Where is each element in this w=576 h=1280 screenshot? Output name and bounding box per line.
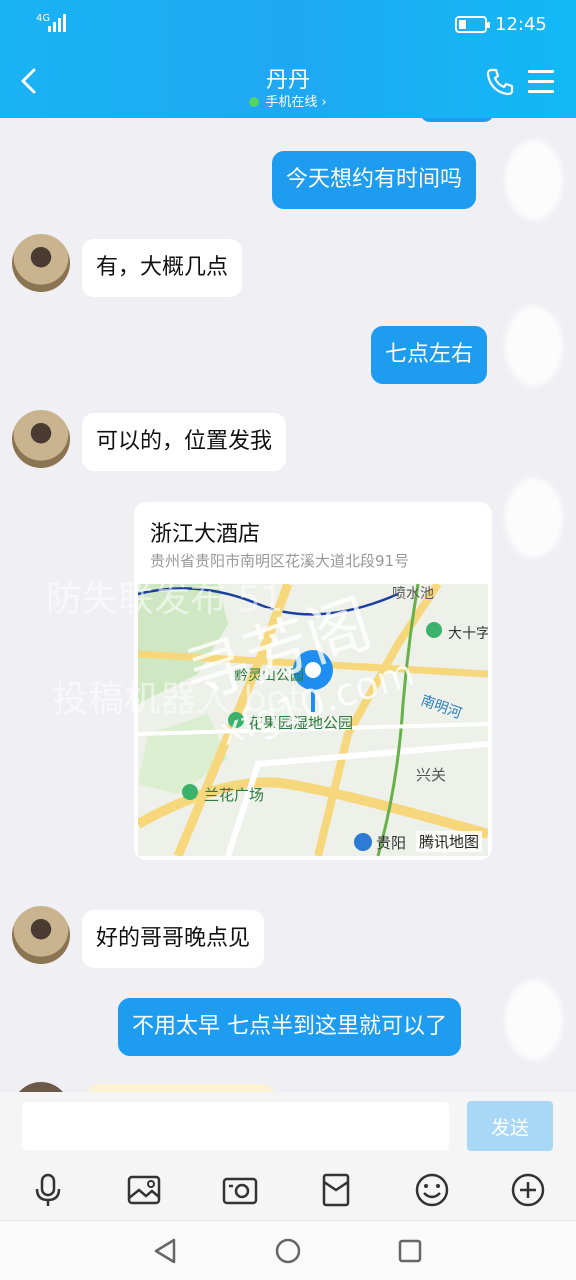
map-label-area1: 大十字 bbox=[448, 626, 488, 642]
online-status-text: 手机在线 bbox=[265, 95, 318, 110]
message-bubble-out[interactable]: 不用太早 七点半到这里就可以了 bbox=[118, 998, 461, 1056]
location-name: 浙江大酒店 bbox=[150, 522, 261, 547]
map-label-park1: 花果园湿地公园 bbox=[248, 714, 353, 732]
map-label-area4: 喷水池 bbox=[392, 586, 434, 602]
red-packet-icon[interactable] bbox=[316, 1170, 356, 1210]
online-dot-icon bbox=[249, 97, 260, 107]
message-bubble-in[interactable]: 好的哥哥晚点见 bbox=[82, 910, 265, 968]
chat-header: 4G 12:45 丹丹 手机在线 › bbox=[0, 0, 576, 118]
contact-avatar[interactable] bbox=[12, 1082, 70, 1092]
my-avatar[interactable] bbox=[505, 306, 563, 386]
message-bubble-out[interactable]: 七点左右 bbox=[371, 326, 488, 384]
plus-icon[interactable] bbox=[508, 1170, 548, 1210]
map-graphic: 大十字 花果园湿地公园 兰花广场 南明河 兴关 贵阳 黔灵山公园 喷水池 bbox=[138, 584, 488, 856]
message-bubble-in[interactable]: 有，大概几点 bbox=[82, 239, 243, 297]
partial-message bbox=[420, 118, 494, 122]
message-bubble-in[interactable]: 可以的，位置发我 bbox=[82, 413, 287, 471]
input-bar: 发送 bbox=[0, 1092, 576, 1162]
status-bar: 4G 12:45 bbox=[0, 0, 576, 50]
mic-icon[interactable] bbox=[28, 1170, 68, 1210]
partial-message bbox=[88, 1084, 274, 1092]
input-toolbar bbox=[0, 1162, 576, 1220]
contact-avatar[interactable] bbox=[12, 234, 70, 292]
system-nav-bar bbox=[0, 1220, 576, 1280]
contact-avatar[interactable] bbox=[12, 906, 70, 964]
signal-icon bbox=[48, 14, 66, 32]
message-bubble-out[interactable]: 今天想约有时间吗 bbox=[272, 151, 477, 209]
map-provider-logo: 腾讯地图 bbox=[415, 831, 482, 852]
my-avatar[interactable] bbox=[505, 478, 563, 558]
clock: 12:45 bbox=[495, 14, 547, 35]
map-label-area3: 黔灵山公园 bbox=[234, 668, 304, 684]
message-list[interactable]: 今天想约有时间吗 有，大概几点 七点左右 可以的，位置发我 浙江大酒店 贵州省贵… bbox=[0, 118, 576, 1092]
chevron-right-icon: › bbox=[321, 95, 327, 110]
location-address: 贵州省贵阳市南明区花溪大道北段91号 bbox=[150, 552, 410, 570]
phone-icon[interactable] bbox=[484, 66, 516, 98]
map-label-park2: 兰花广场 bbox=[204, 786, 264, 804]
battery-icon bbox=[455, 16, 490, 33]
message-input[interactable] bbox=[22, 1102, 449, 1150]
image-icon[interactable] bbox=[124, 1170, 164, 1210]
back-triangle-icon[interactable] bbox=[150, 1235, 182, 1267]
send-button[interactable]: 发送 bbox=[467, 1101, 553, 1151]
recents-square-icon[interactable] bbox=[394, 1235, 426, 1267]
location-card[interactable]: 浙江大酒店 贵州省贵阳市南明区花溪大道北段91号 大十字 花果园湿地公园 兰花广… bbox=[134, 502, 492, 860]
emoji-icon[interactable] bbox=[412, 1170, 452, 1210]
home-circle-icon[interactable] bbox=[272, 1235, 304, 1267]
my-avatar[interactable] bbox=[505, 980, 563, 1060]
my-avatar[interactable] bbox=[505, 140, 563, 220]
map-label-district: 兴关 bbox=[416, 766, 446, 784]
map-preview[interactable]: 大十字 花果园湿地公园 兰花广场 南明河 兴关 贵阳 黔灵山公园 喷水池 腾讯地… bbox=[138, 584, 488, 856]
contact-avatar[interactable] bbox=[12, 410, 70, 468]
camera-icon[interactable] bbox=[220, 1170, 260, 1210]
map-label-area2: 贵阳 bbox=[376, 834, 406, 852]
menu-icon[interactable] bbox=[528, 70, 554, 94]
